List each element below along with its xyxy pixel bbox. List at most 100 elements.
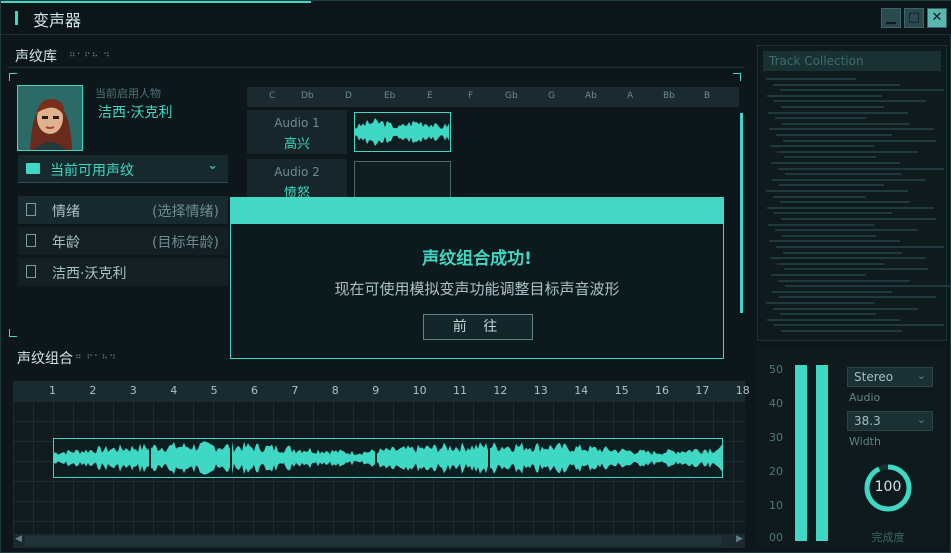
- avatar: [17, 85, 83, 151]
- timeline-scrollbar[interactable]: ◀ ▶: [13, 534, 745, 548]
- success-dialog: 声纹组合成功! 现在可使用模拟变声功能调整目标声音波形 前 往: [230, 197, 724, 359]
- library-corner-bl: [9, 329, 17, 337]
- ruler-label: 9: [372, 384, 380, 397]
- meter-scale-label: 30: [769, 431, 783, 444]
- width-select[interactable]: 38.3 ⌄: [847, 411, 933, 431]
- log-line: [781, 218, 936, 220]
- log-line: [781, 106, 884, 108]
- meter-scale-label: 50: [769, 363, 783, 376]
- folder-icon: [26, 163, 40, 174]
- log-line: [771, 162, 900, 164]
- meter-scale-label: 10: [769, 499, 783, 512]
- key-header: C Db D Eb E F Gb G Ab A Bb B: [247, 87, 739, 107]
- log-line: [773, 195, 866, 198]
- go-button[interactable]: 前 往: [423, 314, 533, 340]
- key-label: Gb: [505, 91, 518, 101]
- key-label: E: [427, 91, 433, 101]
- voiceprint-dropdown[interactable]: 当前可用声纹 ⌄: [18, 155, 228, 183]
- list-item-label: 情绪: [52, 204, 80, 220]
- ruler-label: 13: [533, 384, 548, 397]
- dialog-header-band: [231, 198, 723, 224]
- key-label: Bb: [663, 91, 675, 101]
- meter-scale-label: 00: [769, 531, 783, 544]
- log-line: [766, 190, 908, 192]
- width-label: Width: [849, 435, 881, 448]
- meter-bar-left: [795, 365, 807, 541]
- log-line: [767, 206, 934, 209]
- combination-title: 声纹组合: [17, 351, 73, 367]
- meter-bar-right: [816, 365, 828, 541]
- chevron-down-icon: ⌄: [916, 369, 926, 382]
- log-line: [778, 167, 944, 170]
- completion-label: 完成度: [871, 531, 905, 544]
- combination-title-ornament: ⠶ ⠖⠂⠦⠲: [75, 352, 117, 362]
- log-line: [768, 223, 874, 226]
- ruler-label: 17: [695, 384, 710, 397]
- ruler-label: 6: [251, 384, 258, 397]
- key-label: G: [548, 91, 555, 101]
- log-line: [777, 262, 884, 265]
- log-line: [767, 318, 900, 321]
- ruler-label: 16: [655, 384, 669, 397]
- scroll-left-icon[interactable]: ◀: [15, 534, 22, 544]
- channel-mode-select[interactable]: Stereo ⌄: [847, 367, 933, 387]
- log-line: [782, 122, 910, 125]
- log-line: [769, 240, 900, 243]
- combined-waveform[interactable]: [53, 438, 723, 478]
- key-label: A: [627, 91, 634, 101]
- minimize-button[interactable]: ▁: [881, 8, 901, 28]
- log-line: [772, 178, 926, 181]
- library-divider: [7, 67, 745, 68]
- log-line: [783, 251, 902, 254]
- log-line: [773, 83, 900, 86]
- key-label: Ab: [585, 91, 597, 101]
- list-item-value: (目标年龄): [152, 235, 219, 251]
- log-line: [776, 134, 892, 136]
- track-label: 高兴: [283, 137, 310, 152]
- log-line: [780, 313, 876, 316]
- list-item[interactable]: 洁西·沃克利: [18, 258, 228, 286]
- log-line: [779, 296, 936, 299]
- maximize-button[interactable]: □: [904, 8, 924, 28]
- voiceprint-dropdown-label: 当前可用声纹: [50, 163, 134, 179]
- file-icon: [26, 203, 36, 216]
- app-window: 变声器 ▁ □ ✕ 声纹库 ⠶⠂⠖⠦ ⠲ 当前启用人物 洁西·沃克利 当前可用声…: [0, 0, 951, 553]
- key-label: F: [468, 91, 474, 101]
- library-corner-tr: [733, 73, 741, 81]
- width-value: 38.3: [854, 414, 881, 428]
- dialog-heading: 声纹组合成功!: [422, 249, 532, 269]
- track-collection-panel: Track Collection: [757, 45, 951, 341]
- log-line: [766, 78, 856, 80]
- ruler-label: 10: [412, 384, 427, 397]
- channel-mode-value: Stereo: [854, 370, 894, 384]
- log-line: [770, 145, 874, 148]
- track-collection-title: Track Collection: [769, 54, 864, 68]
- track-row[interactable]: Audio 1 高兴: [247, 110, 347, 154]
- list-item[interactable]: 情绪 (选择情绪): [18, 196, 228, 224]
- meter-scale-label: 40: [769, 397, 783, 410]
- library-scrollbar[interactable]: [740, 113, 743, 313]
- maximize-icon: □: [907, 10, 921, 25]
- dialog-message: 现在可使用模拟变声功能调整目标声音波形: [334, 280, 620, 298]
- track-name: Audio 2: [274, 165, 320, 179]
- completion-value: 100: [874, 479, 902, 495]
- close-button[interactable]: ✕: [927, 8, 947, 28]
- track-clip[interactable]: [354, 112, 451, 152]
- track-clip[interactable]: [354, 161, 451, 201]
- chevron-down-icon: ⌄: [207, 158, 218, 173]
- list-item[interactable]: 年龄 (目标年龄): [18, 227, 228, 255]
- ruler-label: 7: [291, 384, 299, 397]
- key-label: B: [704, 91, 711, 101]
- minimize-icon: ▁: [886, 10, 896, 25]
- title-marker: [15, 11, 18, 25]
- log-line: [767, 94, 882, 97]
- log-line: [776, 246, 944, 248]
- key-label: C: [269, 91, 276, 101]
- scrollbar-thumb[interactable]: [25, 536, 721, 546]
- log-line: [778, 279, 910, 282]
- scroll-right-icon[interactable]: ▶: [736, 534, 743, 544]
- log-line: [775, 229, 918, 232]
- app-title: 变声器: [33, 11, 82, 30]
- list-item-value: (选择情绪): [152, 204, 219, 220]
- ruler-label: 1: [49, 384, 56, 397]
